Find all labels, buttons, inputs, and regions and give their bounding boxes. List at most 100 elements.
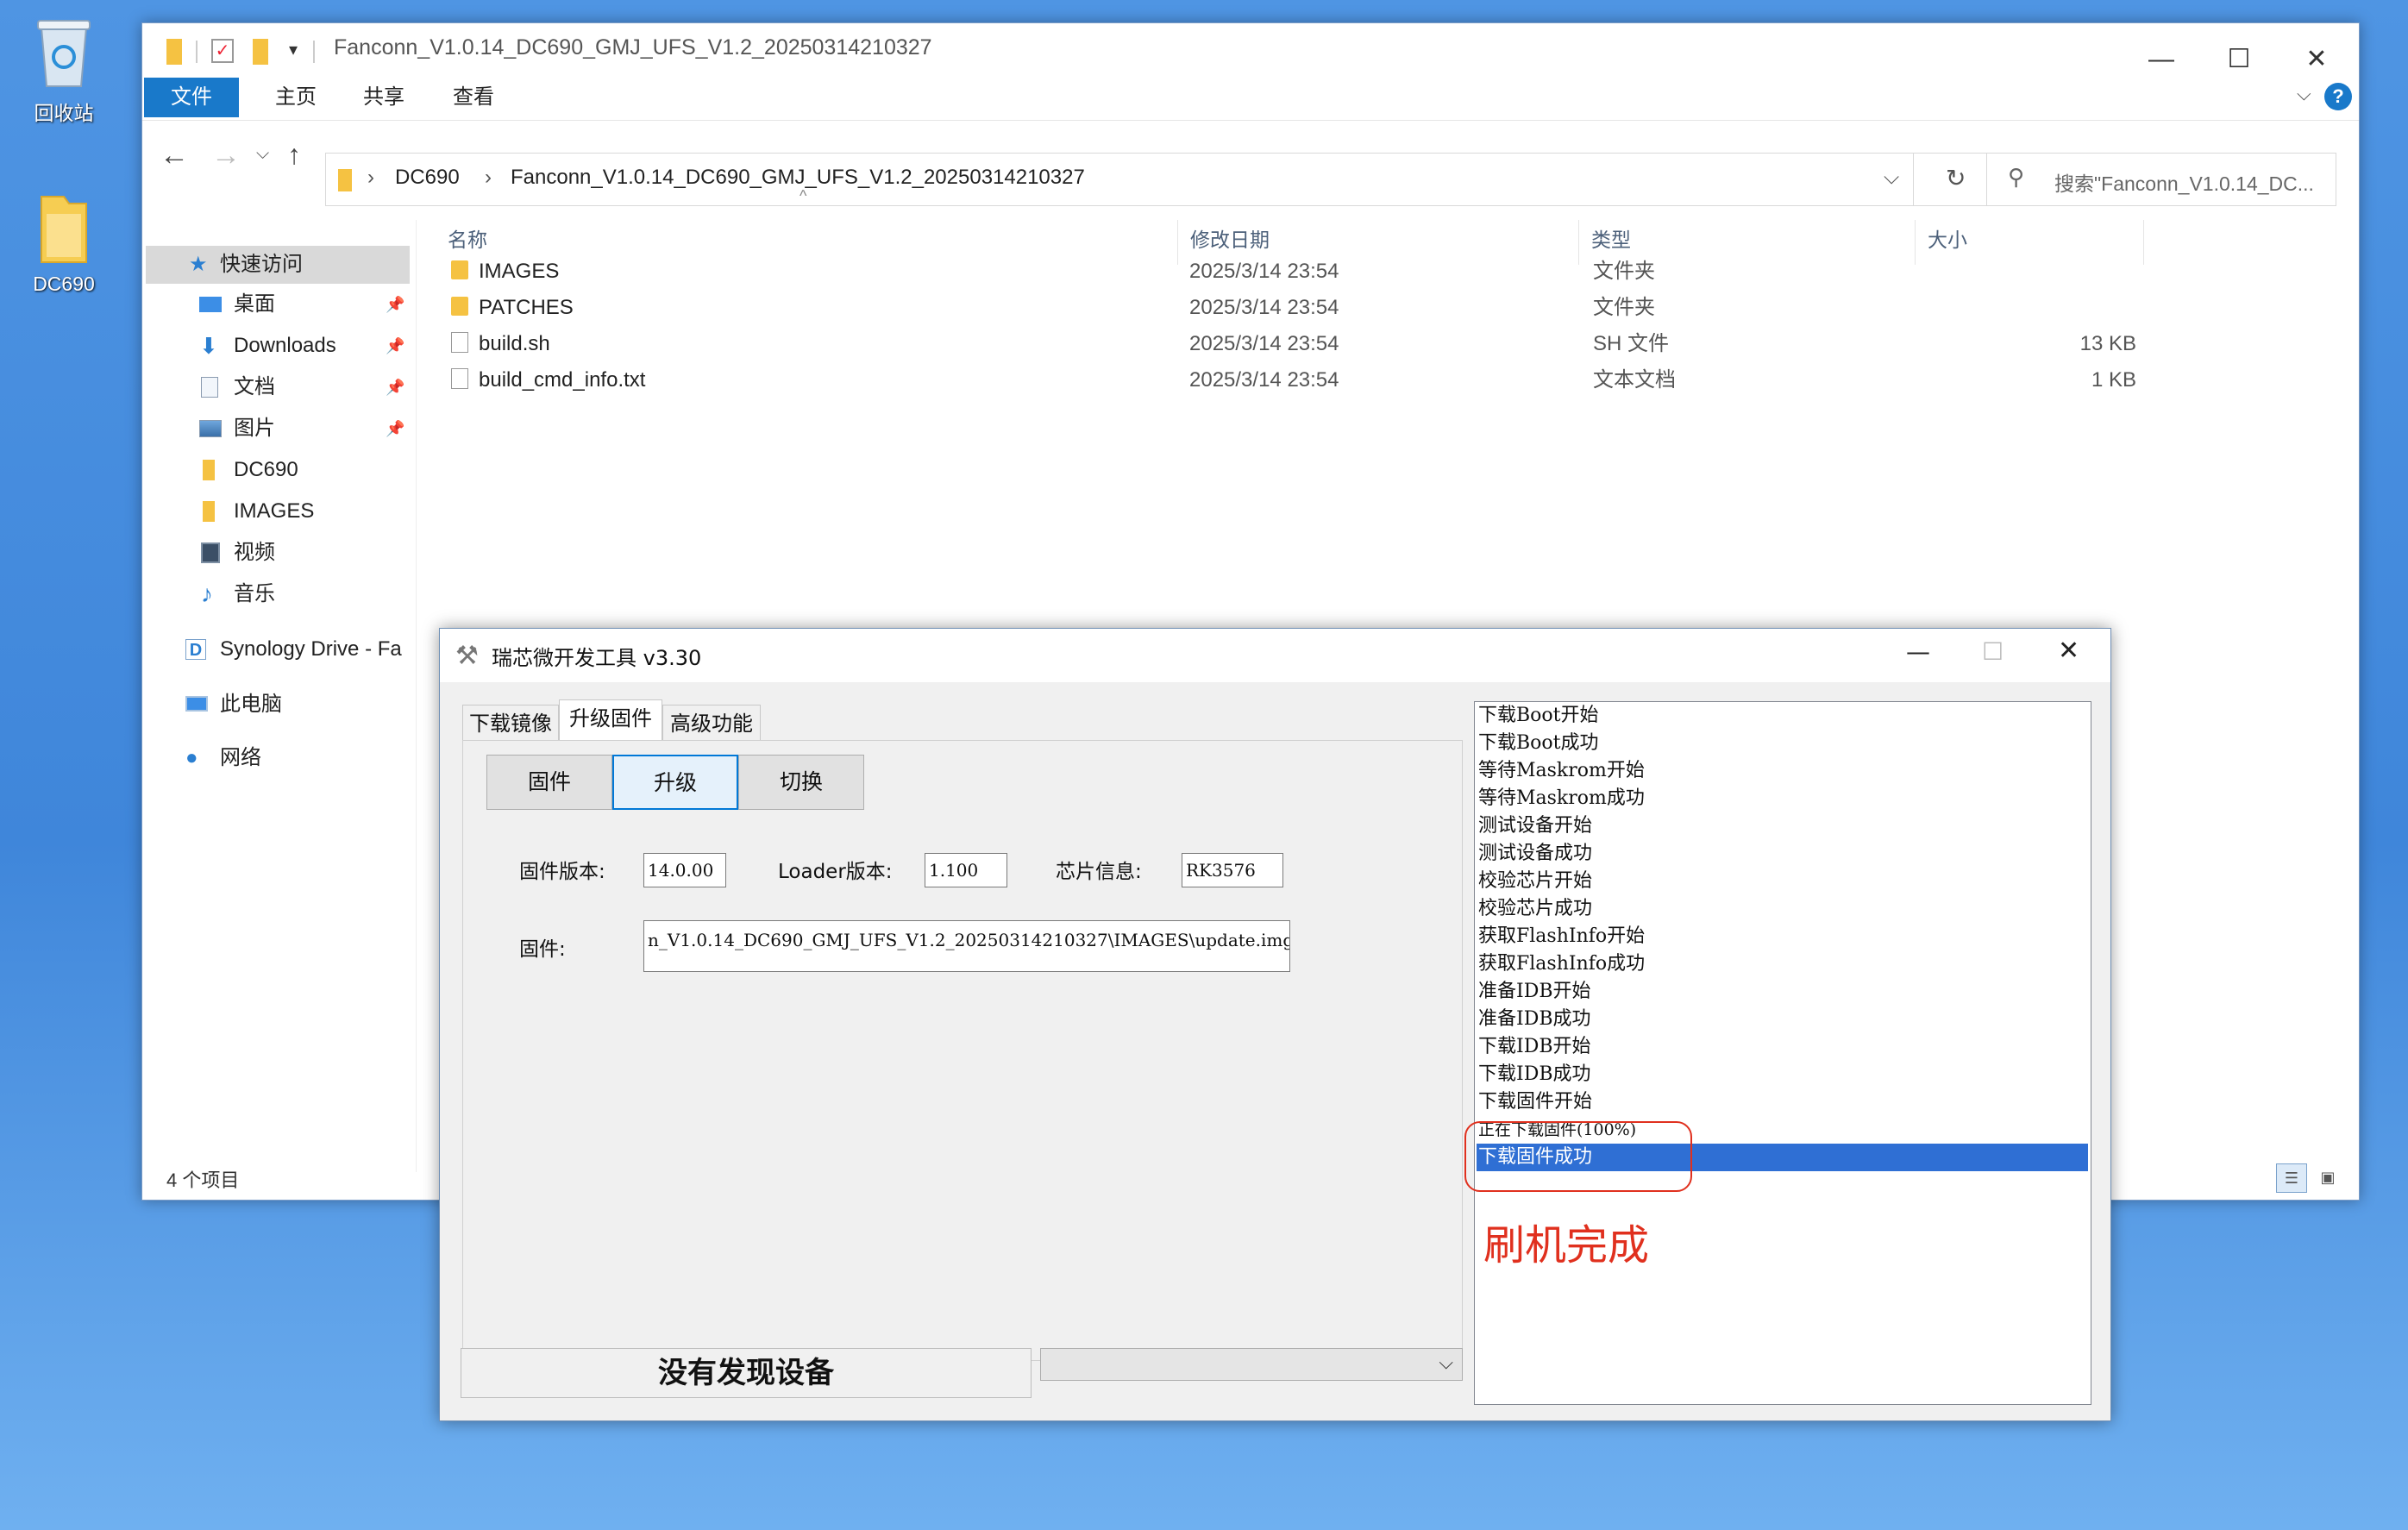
nav-item-this-pc[interactable]: 此电脑 (142, 686, 282, 724)
file-name: IMAGES (479, 260, 560, 283)
nav-item-music[interactable]: ♪ 音乐 (142, 575, 275, 613)
file-type: 文件夹 (1593, 296, 1655, 319)
synology-drive-icon: D (185, 639, 206, 660)
nav-item-dc690[interactable]: DC690 (142, 451, 298, 489)
navigation-pane: ★ 快速访问 桌面 📌 ⬇ Downloads 📌 文档 📌 图片 📌 DC690 IM… (142, 220, 417, 1172)
folder-icon[interactable] (253, 39, 268, 65)
nav-label: 桌面 (234, 292, 275, 316)
back-arrow-icon[interactable]: ← (160, 139, 189, 172)
minimize-button[interactable]: — (1906, 637, 1930, 666)
tab-advanced[interactable]: 高级功能 (662, 705, 761, 741)
ribbon-tab-share[interactable]: 共享 (342, 78, 425, 117)
file-type: 文件夹 (1593, 260, 1655, 283)
log-panel[interactable]: 下载Boot开始 下载Boot成功 等待Maskrom开始 等待Maskrom成… (1464, 701, 2091, 1405)
ribbon-tab-view[interactable]: 查看 (432, 78, 515, 117)
upgrade-button[interactable]: 升级 (612, 755, 738, 810)
address-dropdown-icon[interactable]: ⌵ (1884, 166, 1899, 190)
quick-access-dropdown-icon[interactable]: ▾ (289, 39, 298, 60)
ribbon-tab-home[interactable]: 主页 (254, 78, 337, 117)
chip-info-label: 芯片信息: (1056, 861, 1142, 883)
nav-item-videos[interactable]: 视频 (142, 534, 275, 572)
forward-arrow-icon[interactable]: → (211, 139, 241, 172)
nav-label: 此电脑 (220, 693, 282, 716)
pin-icon[interactable]: 📌 (386, 285, 404, 323)
desktop-icon-dc690[interactable]: DC690 (12, 188, 116, 296)
log-item: 等待Maskrom开始 (1478, 760, 1645, 781)
file-name: build.sh (479, 332, 550, 355)
ribbon-tab-file[interactable]: 文件 (144, 78, 239, 117)
file-row[interactable]: IMAGES 2025/3/14 23:54 文件夹 (444, 254, 2290, 290)
nav-item-network[interactable]: ● 网络 (142, 739, 261, 777)
refresh-icon[interactable]: ↻ (1946, 164, 1966, 192)
nav-label: Downloads (234, 334, 336, 357)
video-icon (201, 542, 220, 563)
nav-item-images[interactable]: IMAGES (142, 492, 314, 530)
log-item: 下载固件开始 (1478, 1091, 1593, 1113)
nav-item-desktop[interactable]: 桌面 📌 (142, 285, 410, 323)
folder-icon (166, 39, 182, 65)
nav-item-pictures[interactable]: 图片 📌 (142, 410, 410, 448)
pin-icon[interactable]: 📌 (386, 327, 404, 365)
nav-item-quick-access[interactable]: ★ 快速访问 (146, 246, 410, 284)
firmware-button[interactable]: 固件 (486, 755, 612, 810)
desktop-icon (199, 297, 222, 312)
breadcrumb-item[interactable]: Fanconn_V1.0.14_DC690_GMJ_UFS_V1.2_20250… (511, 166, 1085, 190)
recent-locations-icon[interactable]: ⌵ (256, 144, 269, 164)
nav-item-documents[interactable]: 文档 📌 (142, 368, 410, 406)
chevron-down-icon: ⌵ (1439, 1352, 1453, 1374)
divider (196, 41, 198, 63)
annotation-text: 刷机完成 (1483, 1221, 1650, 1270)
search-input[interactable]: 搜索"Fanconn_V1.0.14_DC... (2054, 167, 2314, 197)
file-icon (451, 326, 468, 362)
device-status-text: 没有发现设备 (658, 1356, 834, 1390)
switch-button[interactable]: 切换 (738, 755, 864, 810)
nav-item-downloads[interactable]: ⬇ Downloads 📌 (142, 327, 410, 365)
ribbon: 文件 主页 共享 查看 ⌵ ? (142, 74, 2359, 121)
device-select[interactable]: ⌵ (1040, 1348, 1463, 1381)
file-size: 1 KB (2091, 368, 2136, 392)
nav-label: DC690 (234, 458, 298, 481)
nav-item-synology-drive[interactable]: D Synology Drive - Fa (142, 630, 417, 668)
search-icon: ⚲ (2008, 164, 2025, 190)
maximize-button[interactable]: ☐ (1982, 637, 2004, 666)
folder-icon (29, 188, 98, 266)
status-item-count: 4 个项目 (166, 1169, 240, 1191)
help-icon[interactable]: ? (2324, 83, 2352, 110)
divider (313, 41, 315, 63)
nav-label: 图片 (234, 417, 275, 440)
file-type: 文本文档 (1593, 368, 1676, 392)
pin-icon[interactable]: 📌 (386, 410, 404, 448)
fw-version-field: 14.0.00 (643, 853, 726, 887)
up-arrow-icon[interactable]: ↑ (287, 139, 301, 171)
large-icons-view-icon[interactable]: ▣ (2312, 1163, 2343, 1193)
log-item: 校验芯片成功 (1478, 898, 1593, 919)
file-date: 2025/3/14 23:54 (1189, 332, 1339, 355)
nav-label: 快速访问 (220, 253, 303, 276)
file-row[interactable]: build.sh 2025/3/14 23:54 SH 文件 13 KB (444, 326, 2290, 362)
address-bar[interactable]: › DC690 › Fanconn_V1.0.14_DC690_GMJ_UFS_… (325, 153, 2007, 206)
folder-icon (451, 254, 468, 290)
log-item: 下载IDB成功 (1478, 1063, 1591, 1085)
tab-download-image[interactable]: 下载镜像 (462, 705, 559, 741)
nav-label: 音乐 (234, 582, 275, 605)
close-button[interactable]: ✕ (2058, 636, 2079, 666)
pin-icon[interactable]: 📌 (386, 368, 404, 406)
nav-label: 文档 (234, 375, 275, 398)
folder-icon (203, 501, 215, 522)
annotation-circle (1464, 1121, 1692, 1192)
log-item: 校验芯片开始 (1478, 870, 1593, 892)
breadcrumb-item[interactable]: DC690 (395, 166, 460, 190)
file-row[interactable]: PATCHES 2025/3/14 23:54 文件夹 (444, 290, 2290, 326)
pictures-icon (199, 420, 222, 437)
firmware-path-field[interactable]: n_V1.0.14_DC690_GMJ_UFS_V1.2_20250314210… (643, 920, 1290, 972)
file-row[interactable]: build_cmd_info.txt 2025/3/14 23:54 文本文档 … (444, 362, 2290, 398)
sort-indicator-icon: ^ (800, 187, 807, 204)
details-view-icon[interactable]: ☰ (2276, 1163, 2307, 1193)
tab-upgrade-firmware[interactable]: 升级固件 (559, 699, 662, 741)
desktop-icon-recycle-bin[interactable]: 回收站 (12, 12, 116, 126)
search-box[interactable]: ⚲ 搜索"Fanconn_V1.0.14_DC... (1986, 153, 2336, 206)
file-icon (451, 362, 468, 398)
ribbon-expand-icon[interactable]: ⌵ (2297, 83, 2311, 105)
checkbox-icon[interactable]: ✓ (211, 39, 234, 63)
divider (1913, 154, 1914, 205)
